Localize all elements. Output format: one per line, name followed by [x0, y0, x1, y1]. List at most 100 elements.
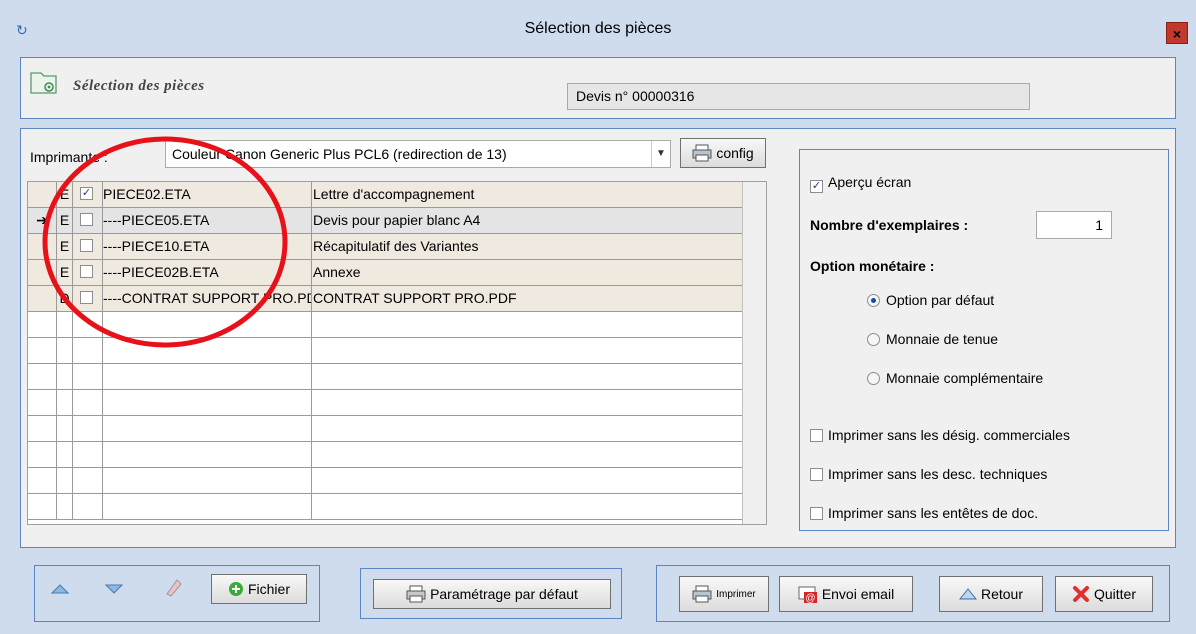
row-checkbox-cell[interactable]	[73, 468, 103, 493]
printer-value: Couleur Canon Generic Plus PCL6 (redirec…	[172, 146, 507, 162]
row-pointer	[28, 390, 57, 415]
email-icon: @	[798, 586, 817, 604]
quitter-label: Quitter	[1093, 586, 1136, 602]
row-type: E	[57, 260, 73, 285]
chevron-down-icon[interactable]: ▼	[651, 141, 670, 167]
table-row[interactable]: E ----PIECE02B.ETA Annexe	[28, 260, 766, 286]
row-checkbox[interactable]	[80, 239, 93, 252]
print-option-checkbox[interactable]: Imprimer sans les desc. techniques	[810, 466, 1047, 482]
empty-row[interactable]	[28, 416, 766, 442]
row-file	[103, 338, 312, 363]
row-checkbox-cell[interactable]	[73, 208, 103, 233]
apercu-checkbox[interactable]: ✓	[810, 180, 823, 193]
retour-button[interactable]: Retour	[939, 576, 1043, 612]
close-button[interactable]: ×	[1166, 22, 1188, 44]
row-checkbox-cell[interactable]	[73, 364, 103, 389]
row-description: Annexe	[313, 264, 361, 280]
currency-radio-option[interactable]: Monnaie complémentaire	[867, 370, 1043, 386]
checkbox-label: Imprimer sans les entêtes de doc.	[828, 505, 1039, 521]
default-settings-button[interactable]: Paramétrage par défaut	[373, 579, 611, 609]
empty-row[interactable]	[28, 442, 766, 468]
currency-option-label: Option monétaire :	[810, 258, 935, 274]
empty-row[interactable]	[28, 468, 766, 494]
empty-row[interactable]	[28, 364, 766, 390]
row-type	[57, 494, 73, 519]
row-type: E	[57, 208, 73, 233]
row-description: CONTRAT SUPPORT PRO.PDF	[313, 290, 517, 306]
copies-input[interactable]: 1	[1036, 211, 1112, 239]
print-option-checkbox[interactable]: Imprimer sans les désig. commerciales	[810, 427, 1070, 443]
row-description	[312, 494, 742, 519]
main-panel: Imprimante : Couleur Canon Generic Plus …	[20, 128, 1176, 548]
row-description	[312, 416, 742, 441]
row-description	[312, 468, 742, 493]
row-checkbox-cell[interactable]	[73, 338, 103, 363]
row-checkbox-cell[interactable]	[73, 234, 103, 259]
checkbox[interactable]	[810, 429, 823, 442]
imprimer-button[interactable]: Imprimer	[679, 576, 769, 612]
row-checkbox[interactable]	[80, 291, 93, 304]
grid-scroll-area	[742, 182, 766, 524]
radio-label: Monnaie complémentaire	[886, 370, 1044, 386]
checkbox-label: Imprimer sans les désig. commerciales	[828, 427, 1070, 443]
checkbox[interactable]	[810, 507, 823, 520]
move-down-icon[interactable]	[105, 584, 123, 594]
row-pointer	[28, 416, 57, 441]
row-file	[103, 468, 312, 493]
row-description	[312, 442, 742, 467]
imprimer-label: Imprimer	[716, 588, 756, 600]
apercu-option[interactable]: ✓ Aperçu écran	[810, 174, 911, 193]
row-type	[57, 416, 73, 441]
config-label: config	[716, 145, 754, 161]
row-checkbox-cell[interactable]	[73, 442, 103, 467]
apercu-label: Aperçu écran	[828, 174, 912, 190]
printer-icon	[692, 585, 712, 603]
row-checkbox-cell[interactable]	[73, 494, 103, 519]
empty-row[interactable]	[28, 338, 766, 364]
table-row[interactable]: E ✓ PIECE02.ETA Lettre d'accompagnement	[28, 182, 766, 208]
fichier-button[interactable]: Fichier	[211, 574, 307, 604]
checkbox-label: Imprimer sans les desc. techniques	[828, 466, 1048, 482]
devis-number-field: Devis n° 00000316	[567, 83, 1030, 110]
envoi-email-label: Envoi email	[821, 586, 895, 602]
row-type	[57, 442, 73, 467]
row-checkbox-cell[interactable]	[73, 260, 103, 285]
row-description: Devis pour papier blanc A4	[313, 212, 481, 228]
table-row[interactable]: E ----PIECE10.ETA Récapitulatif des Varian…	[28, 234, 766, 260]
move-up-icon[interactable]	[51, 584, 69, 594]
table-row[interactable]: ➔ E ----PIECE05.ETA Devis pour papier blanc…	[28, 208, 766, 234]
printer-select[interactable]: Couleur Canon Generic Plus PCL6 (redirec…	[165, 140, 671, 168]
add-icon	[228, 582, 243, 596]
row-checkbox-cell[interactable]	[73, 312, 103, 337]
radio-label: Monnaie de tenue	[886, 331, 999, 347]
radio-button[interactable]	[867, 294, 880, 307]
row-checkbox-cell[interactable]	[73, 286, 103, 311]
row-checkbox-cell[interactable]	[73, 390, 103, 415]
config-button[interactable]: config	[680, 138, 766, 168]
row-pointer	[28, 468, 57, 493]
checkbox[interactable]	[810, 468, 823, 481]
table-row[interactable]: D ----CONTRAT SUPPORT PRO.PDF CONTRAT SUPP…	[28, 286, 766, 312]
envoi-email-button[interactable]: @ Envoi email	[779, 576, 913, 612]
row-checkbox[interactable]	[80, 213, 93, 226]
currency-radio-option[interactable]: Monnaie de tenue	[867, 331, 998, 347]
row-checkbox-cell[interactable]	[73, 416, 103, 441]
quitter-button[interactable]: Quitter	[1055, 576, 1153, 612]
row-checkbox-cell[interactable]: ✓	[73, 182, 103, 207]
empty-row[interactable]	[28, 494, 766, 520]
empty-row[interactable]	[28, 312, 766, 338]
document-grid[interactable]: E ✓ PIECE02.ETA Lettre d'accompagnement ➔ E --…	[27, 181, 767, 525]
currency-radio-option[interactable]: Option par défaut	[867, 292, 994, 308]
empty-row[interactable]	[28, 390, 766, 416]
radio-button[interactable]	[867, 333, 880, 346]
row-file: ----PIECE02B.ETA	[103, 260, 312, 285]
svg-text:@: @	[805, 593, 815, 604]
row-file	[103, 364, 312, 389]
row-file: ----PIECE10.ETA	[103, 234, 312, 259]
row-checkbox[interactable]	[80, 265, 93, 278]
fichier-label: Fichier	[247, 581, 290, 597]
print-option-checkbox[interactable]: Imprimer sans les entêtes de doc.	[810, 505, 1038, 521]
eraser-icon[interactable]	[163, 576, 183, 598]
radio-button[interactable]	[867, 372, 880, 385]
row-checkbox[interactable]: ✓	[80, 187, 93, 200]
